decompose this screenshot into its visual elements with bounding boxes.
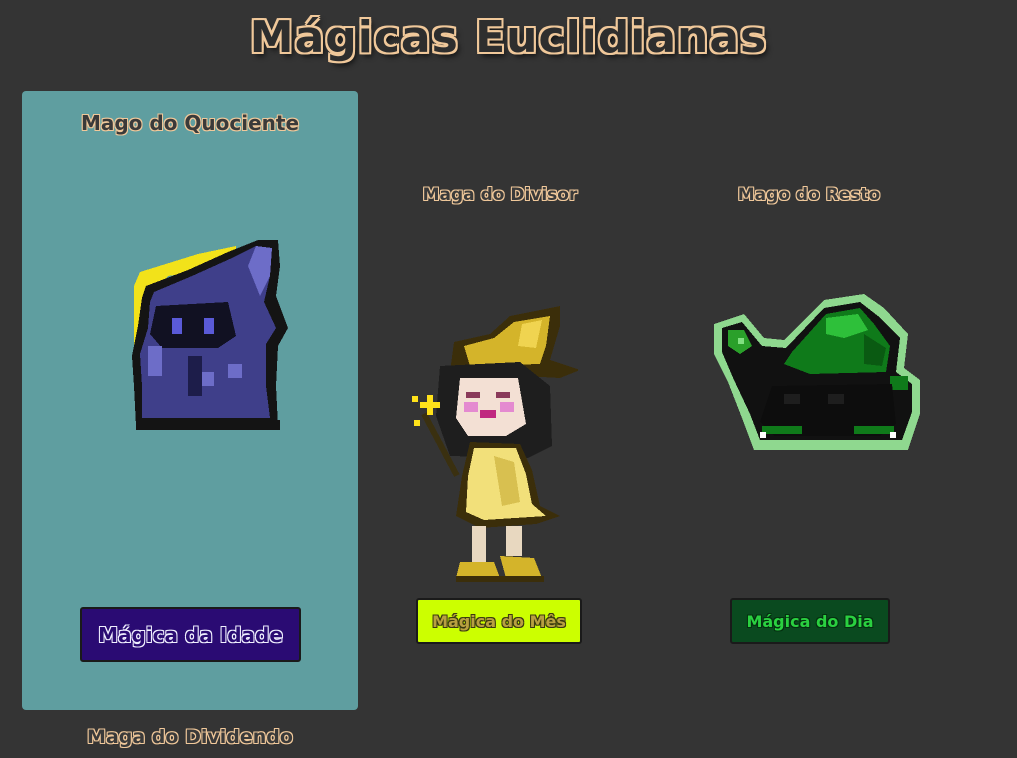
quociente-wizard-sprite[interactable] — [128, 236, 290, 434]
magic-age-button-label: Mágica da Idade — [98, 622, 283, 647]
magic-day-button-label: Mágica do Dia — [746, 611, 874, 631]
magic-month-button[interactable]: Mágica do Mês — [416, 598, 582, 644]
magic-day-button[interactable]: Mágica do Dia — [730, 598, 890, 644]
resto-wizard-sprite[interactable] — [714, 294, 924, 454]
resto-name: Mago do Resto — [737, 185, 881, 205]
magic-age-button[interactable]: Mágica da Idade — [80, 607, 301, 662]
page-title: Mágicas Euclidianas — [249, 12, 768, 63]
divisor-witch-sprite[interactable] — [410, 306, 578, 586]
quociente-name: Mago do Quociente — [80, 111, 300, 135]
dividendo-name: Maga do Dividendo — [87, 726, 293, 748]
magic-month-button-label: Mágica do Mês — [432, 611, 566, 631]
divisor-name: Maga do Divisor — [422, 185, 578, 205]
